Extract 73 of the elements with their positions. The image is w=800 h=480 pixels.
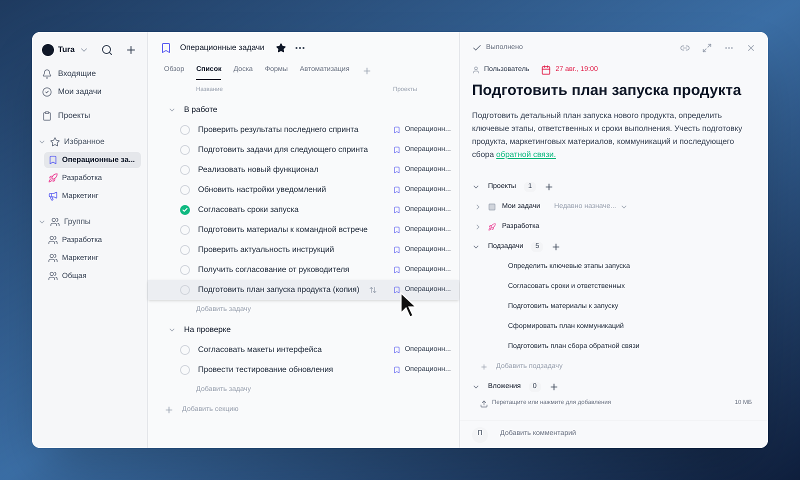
project-icon [393, 346, 401, 354]
item-icon [48, 155, 58, 165]
expand-icon[interactable] [702, 43, 712, 53]
project-icon [393, 186, 401, 194]
item-icon [48, 173, 58, 183]
add-tab-icon[interactable] [362, 66, 372, 76]
checked-circle-icon[interactable] [180, 205, 190, 215]
project-icon [393, 286, 401, 294]
star-icon[interactable] [276, 43, 286, 53]
task-name: Обновить настройки уведомлений [198, 184, 328, 196]
task-name: Проверить результаты последнего спринта [198, 124, 360, 136]
item-icon [48, 253, 58, 263]
plus-icon [164, 405, 174, 415]
add-icon[interactable] [548, 382, 559, 392]
project-icon [393, 246, 401, 254]
project-icon [393, 266, 401, 274]
task-title: Подготовить план запуска продукта [472, 82, 742, 101]
workspace-switcher[interactable]: Tura [58, 44, 75, 56]
chevron-icon[interactable] [474, 222, 482, 231]
add-icon[interactable] [551, 242, 562, 252]
task-name: Подготовить план запуска продукта (копия) [198, 284, 360, 296]
mouse-cursor-icon [400, 292, 418, 318]
task-name: Реализовать новый функционал [198, 164, 320, 176]
task-name: Согласовать сроки запуска [198, 204, 300, 216]
search-icon[interactable] [101, 44, 113, 56]
task-name: Провести тестирование обновления [198, 364, 334, 376]
section-header[interactable]: На проверке [148, 320, 459, 340]
subtasks-icon[interactable] [369, 286, 377, 294]
rocket-icon [488, 222, 496, 231]
item-icon [48, 191, 58, 201]
upload-icon [480, 400, 488, 408]
workspace-logo-icon [42, 44, 54, 56]
group-icon [50, 137, 60, 147]
nav-icon [42, 69, 52, 79]
calendar-icon [541, 65, 552, 75]
group-icon [50, 217, 60, 227]
plus-icon[interactable] [125, 44, 137, 56]
nav-item[interactable]: Входящие [38, 66, 141, 82]
task-name: Получить согласование от руководителя [198, 264, 350, 276]
nav-item[interactable]: Проекты [38, 108, 141, 124]
item-icon [48, 235, 58, 245]
chevron-icon [168, 326, 176, 334]
project-icon [393, 146, 401, 154]
add-icon[interactable] [544, 182, 554, 192]
task-description: Подготовить детальный план запуска нового продукта, определить ключевые этапы, ответственных и сроки выполнения. Учесть подготовку продукта, маркетинговых материалов, коммуникаций и последующего сбора обратной связи. [472, 110, 744, 161]
square-icon [488, 202, 496, 211]
task-name: Подготовить задачи для следующего спринта [198, 144, 369, 156]
plus-icon [480, 362, 488, 371]
group-header[interactable]: Группы [38, 214, 141, 230]
project-title: Операционные задачи [180, 42, 264, 54]
project-icon [393, 206, 401, 214]
group-header[interactable]: Избранное [38, 134, 141, 150]
nav-icon [42, 111, 52, 121]
nav-icon [42, 87, 52, 97]
chevron-icon[interactable] [474, 202, 482, 211]
item-icon [48, 271, 58, 281]
project-icon [393, 126, 401, 134]
project-icon [393, 366, 401, 374]
chevron-icon [38, 138, 46, 146]
link-icon[interactable] [680, 43, 690, 53]
check-icon [472, 43, 482, 53]
task-name: Подготовить материалы к командной встрече [198, 224, 369, 236]
close-icon[interactable] [746, 43, 756, 53]
project-icon [393, 166, 401, 174]
chevron-icon [168, 106, 176, 114]
task-name: Согласовать макеты интерфейса [198, 344, 323, 356]
project-icon [160, 42, 172, 54]
chevron-icon [38, 218, 46, 226]
project-icon [393, 226, 401, 234]
task-name: Проверить актуальность инструкций [198, 244, 336, 256]
user-icon [472, 66, 480, 74]
section-header[interactable]: В работе [148, 100, 459, 120]
nav-item[interactable]: Мои задачи [38, 84, 141, 100]
